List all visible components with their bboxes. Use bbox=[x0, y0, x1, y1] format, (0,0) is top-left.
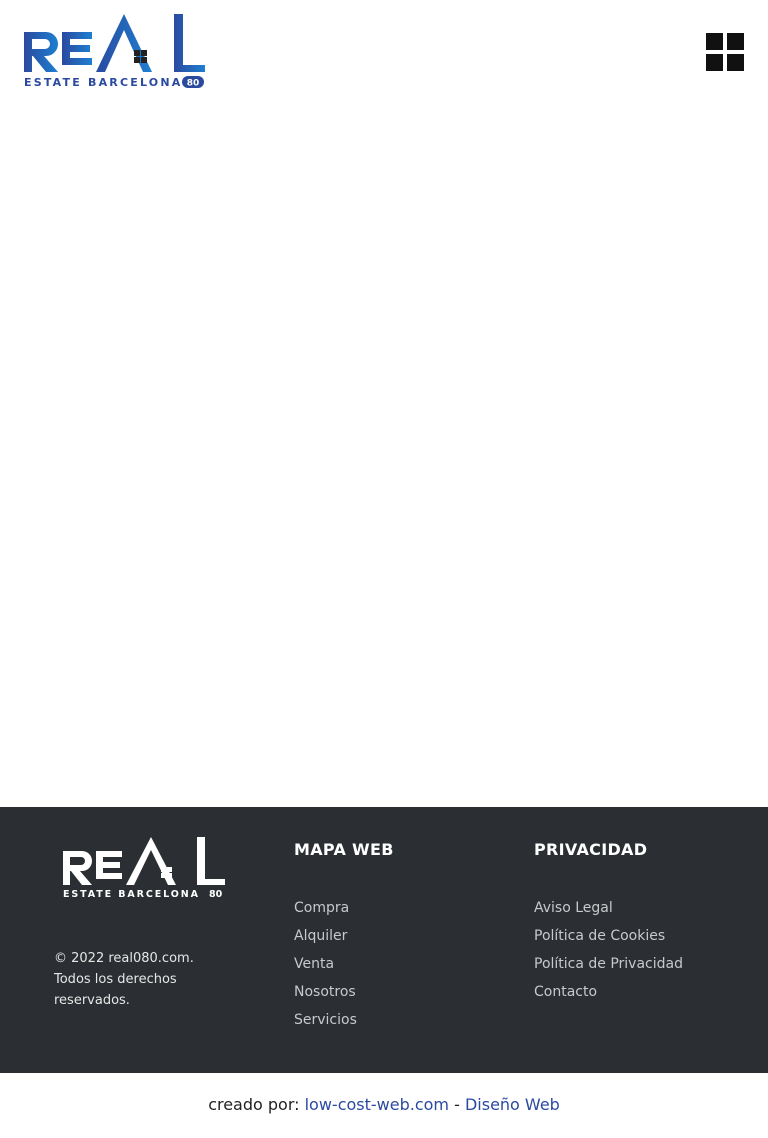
link-servicios[interactable]: Servicios bbox=[294, 1012, 357, 1028]
list-item: Venta bbox=[294, 950, 394, 978]
grid-square bbox=[727, 33, 744, 50]
mapa-web-title: MAPA WEB bbox=[294, 840, 394, 859]
site-footer: ESTATE BARCELONA 80 © 2022 real080.com. … bbox=[0, 807, 768, 1073]
link-compra[interactable]: Compra bbox=[294, 900, 349, 916]
link-alquiler[interactable]: Alquiler bbox=[294, 928, 347, 944]
footer-logo: ESTATE BARCELONA 80 bbox=[63, 837, 225, 899]
copyright-text: © 2022 real080.com. Todos los derechos r… bbox=[54, 951, 194, 1008]
list-item: Nosotros bbox=[294, 978, 394, 1006]
credit-prefix: creado por: bbox=[208, 1095, 305, 1114]
mapa-web-list: Compra Alquiler Venta Nosotros Servicios bbox=[294, 894, 394, 1034]
link-nosotros[interactable]: Nosotros bbox=[294, 984, 356, 1000]
grid-square bbox=[727, 54, 744, 71]
link-venta[interactable]: Venta bbox=[294, 956, 334, 972]
grid-menu-icon[interactable] bbox=[706, 33, 744, 71]
privacidad-title: PRIVACIDAD bbox=[534, 840, 648, 859]
credit-bar: creado por: low-cost-web.com - Diseño We… bbox=[0, 1073, 768, 1138]
list-item: Alquiler bbox=[294, 922, 394, 950]
link-politica-privacidad[interactable]: Política de Privacidad bbox=[534, 956, 683, 972]
footer-logo-badge: 80 bbox=[209, 889, 223, 899]
link-contacto[interactable]: Contacto bbox=[534, 984, 597, 1000]
credit-link-low-cost-web[interactable]: low-cost-web.com bbox=[305, 1095, 449, 1114]
site-header: ESTATE BARCELONA 80 bbox=[0, 0, 768, 110]
mapa-web-column: MAPA WEB Compra Alquiler Venta Nosotros … bbox=[294, 841, 394, 1034]
list-item: Servicios bbox=[294, 1006, 394, 1034]
privacidad-column: PRIVACIDAD Aviso Legal Política de Cooki… bbox=[534, 841, 683, 1006]
logo-badge: 80 bbox=[187, 79, 200, 89]
privacidad-list: Aviso Legal Política de Cookies Política… bbox=[534, 894, 683, 1006]
footer-logo-tagline: ESTATE BARCELONA bbox=[63, 889, 200, 899]
logo-tagline: ESTATE BARCELONA bbox=[24, 76, 182, 88]
list-item: Política de Privacidad bbox=[534, 950, 683, 978]
grid-square bbox=[706, 54, 723, 71]
credit-separator: - bbox=[449, 1095, 465, 1114]
link-aviso-legal[interactable]: Aviso Legal bbox=[534, 900, 613, 916]
list-item: Compra bbox=[294, 894, 394, 922]
link-politica-cookies[interactable]: Política de Cookies bbox=[534, 928, 665, 944]
list-item: Aviso Legal bbox=[534, 894, 683, 922]
list-item: Política de Cookies bbox=[534, 922, 683, 950]
real-estate-logo: ESTATE BARCELONA 80 bbox=[24, 14, 205, 89]
credit-link-diseno-web[interactable]: Diseño Web bbox=[465, 1095, 560, 1114]
grid-square bbox=[706, 33, 723, 50]
list-item: Contacto bbox=[534, 978, 683, 1006]
